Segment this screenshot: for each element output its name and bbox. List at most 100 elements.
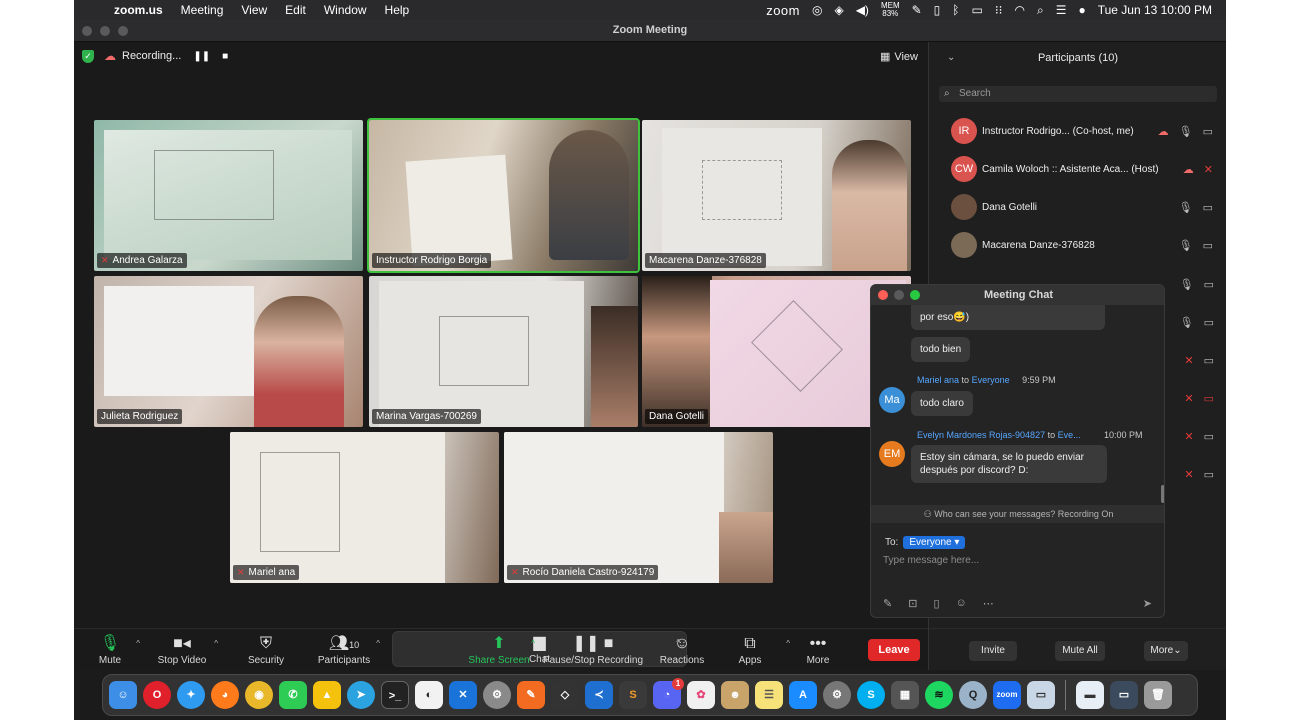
chevron-up-icon[interactable]: ^ [214,639,218,648]
share-screen-button[interactable]: ⬆ Share Screen ^ [459,633,539,666]
mute-button[interactable]: 🎙︎ Mute ^ [74,633,150,666]
vpn-icon[interactable]: ◈ [834,3,843,17]
video-camera-icon[interactable]: ▭ [1203,125,1213,138]
video-tile[interactable]: Marina Vargas-700269 [369,276,638,427]
stop-video-button[interactable]: ■◂ Stop Video ^ [142,633,222,666]
video-camera-icon[interactable]: ▭ [1204,468,1214,481]
notes-icon[interactable]: ☰ [755,681,783,709]
more-dots-icon[interactable]: ⋯ [983,597,994,610]
memory-stat[interactable]: MEM 83% [881,2,900,18]
chat-recipient[interactable]: Everyone [972,375,1010,385]
pause-stop-recording-button[interactable]: ❚❚ ■ Pause/Stop Recording [538,633,648,666]
creative-cloud-icon[interactable]: ◎ [812,3,822,17]
dots-icon[interactable]: ⁝⁝ [995,3,1003,17]
contacts-icon[interactable]: ☻ [721,681,749,709]
chat-scrollbar[interactable] [1161,485,1164,503]
photos-icon[interactable]: ✿ [687,681,715,709]
google-drive-icon[interactable]: ▲ [313,681,341,709]
emoji-icon[interactable]: ☺ [956,597,967,610]
muted-mic-icon[interactable]: ✕ [1184,392,1193,405]
participant-row[interactable]: IR Instructor Rodrigo... (Co-host, me) ☁… [951,118,1217,144]
file-icon[interactable]: ▯ [933,597,939,610]
volume-icon[interactable]: ◀) [856,3,869,17]
menu-edit[interactable]: Edit [285,3,306,17]
chat-recipient[interactable]: Eve... [1058,430,1081,440]
terminal-icon[interactable]: >_ [381,681,409,709]
more-options-button[interactable]: More⌄ [1144,641,1188,661]
chevron-up-icon[interactable]: ^ [531,639,535,648]
muted-mic-icon[interactable]: ✕ [1184,430,1193,443]
menu-view[interactable]: View [241,3,267,17]
video-tile[interactable]: Julieta Rodriguez [94,276,363,427]
menu-meeting[interactable]: Meeting [181,3,224,17]
menu-window[interactable]: Window [324,3,367,17]
siri-icon[interactable]: ● [1078,3,1085,17]
video-off-icon[interactable]: ▭ [1204,392,1214,405]
video-tile[interactable]: Macarena Danze-376828 [642,120,911,271]
participants-search-input[interactable]: ⌕ Search [939,86,1217,102]
chat-sender[interactable]: Mariel ana [917,375,959,385]
microphone-icon[interactable]: 🎙︎ [1179,239,1193,252]
chat-visibility-notice[interactable]: ⚇ Who can see your messages? Recording O… [871,505,1164,523]
video-camera-icon[interactable]: ▭ [1204,430,1214,443]
chat-message-input[interactable]: Type message here... [883,555,979,566]
battery-icon[interactable]: ▭ [971,3,982,17]
finder-icon[interactable]: ☺ [109,681,137,709]
safari-icon[interactable]: ✦ [177,681,205,709]
zoom-app-icon[interactable]: zoom [993,681,1021,709]
recipient-dropdown[interactable]: Everyone ▾ [903,536,966,549]
muted-mic-icon[interactable]: ✕ [1184,468,1193,481]
participant-row[interactable]: Macarena Danze-376828 🎙︎ ▭ [951,232,1217,258]
screens-icon[interactable]: ▭ [1110,681,1138,709]
participant-row[interactable]: CW Camila Woloch :: Asistente Aca... (Ho… [951,156,1217,182]
quicktime-icon[interactable]: Q [959,681,987,709]
preview-icon[interactable]: ▭ [1027,681,1055,709]
microphone-icon[interactable]: 🎙︎ [1180,278,1194,291]
microphone-icon[interactable]: 🎙︎ [1179,125,1193,138]
microphone-icon[interactable]: 🎙︎ [1180,316,1194,329]
calculator-icon[interactable]: ▦ [891,681,919,709]
menu-help[interactable]: Help [385,3,410,17]
more-button[interactable]: ••• More [778,633,858,666]
screenshot-icon[interactable]: ⊡ [908,597,917,610]
video-camera-icon[interactable]: ▭ [1204,354,1214,367]
muted-mic-icon[interactable]: ✕ [1184,354,1193,367]
menu-app-name[interactable]: zoom.us [114,3,163,17]
xcode-icon[interactable]: ✕ [449,681,477,709]
sublime-icon[interactable]: S [619,681,647,709]
zoom-menubar-label[interactable]: zoom [766,3,800,18]
send-icon[interactable]: ➤ [1143,597,1152,610]
spotify-icon[interactable]: ≋ [925,681,953,709]
muted-mic-icon[interactable]: ✕ [1204,163,1213,176]
telegram-icon[interactable]: ➤ [347,681,375,709]
bluetooth-icon[interactable]: ᛒ [952,3,959,17]
leave-button[interactable]: Leave [868,639,920,661]
search-icon[interactable]: ⌕ [1037,3,1044,18]
video-camera-icon[interactable]: ▭ [1204,316,1214,329]
chevron-up-icon[interactable]: ^ [136,639,140,648]
app-store-icon[interactable]: A [789,681,817,709]
video-tile[interactable]: ✕ Andrea Galarza [94,120,363,271]
participants-button[interactable]: 👥︎10 Participants ^ [304,633,384,666]
settings-gear-icon[interactable]: ⚙ [483,681,511,709]
microphone-icon[interactable]: 🎙︎ [1179,201,1193,214]
chat-sender[interactable]: Evelyn Mardones Rojas-904827 [917,430,1045,440]
folder-icon[interactable]: ▬ [1076,681,1104,709]
firefox-icon[interactable]: ◕ [211,681,239,709]
discord-icon[interactable]: ◔ 1 [653,678,684,709]
trash-icon[interactable]: 🗑︎ [1144,681,1172,709]
draw-app-icon[interactable]: ✎ [517,681,545,709]
stop-recording-icon[interactable]: ■ [222,51,228,62]
system-preferences-icon[interactable]: ⚙ [823,681,851,709]
video-camera-icon[interactable]: ▭ [1203,239,1213,252]
view-button[interactable]: ▦ View [880,50,918,64]
skype-icon[interactable]: S [857,681,885,709]
mute-all-button[interactable]: Mute All [1055,641,1105,661]
vscode-icon[interactable]: ≺ [585,681,613,709]
chevron-up-icon[interactable]: ^ [376,639,380,648]
github-icon[interactable]: ◐ [415,681,443,709]
pause-recording-icon[interactable]: ❚❚ [193,51,210,62]
format-icon[interactable]: ✎ [883,597,892,610]
shield-icon[interactable]: ✓ [82,50,94,63]
wifi-icon[interactable]: ◠ [1014,3,1024,17]
